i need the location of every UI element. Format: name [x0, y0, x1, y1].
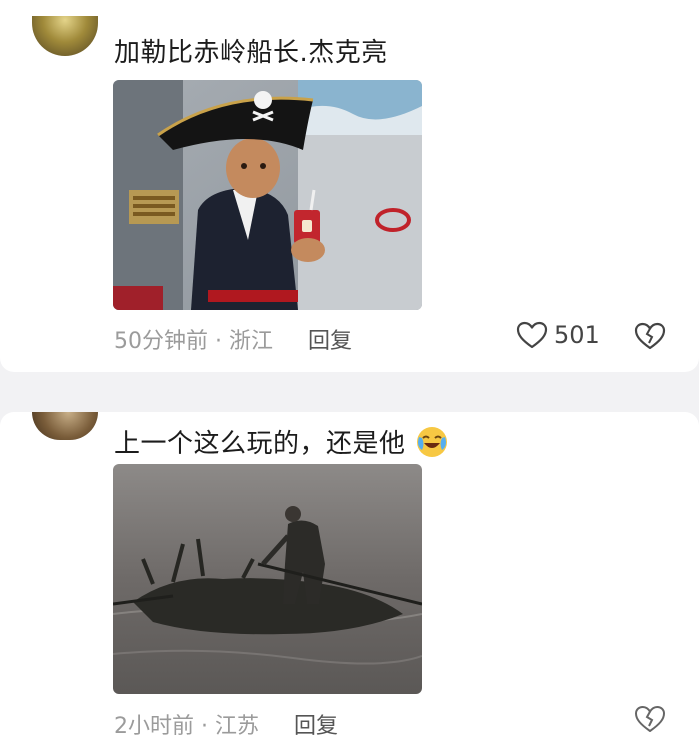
meta-separator: · [215, 329, 222, 354]
heart-outline-icon [516, 321, 548, 349]
comment-location: 浙江 [229, 329, 274, 354]
pirate-boy-photo [113, 80, 422, 310]
broken-heart-icon[interactable] [634, 321, 666, 351]
comment-photo[interactable] [113, 80, 422, 310]
user-avatar[interactable] [32, 412, 98, 440]
crying-laughing-emoji-icon [417, 427, 448, 457]
user-avatar[interactable] [32, 16, 98, 56]
comment-time: 2小时前 [114, 714, 194, 739]
raft-river-photo [113, 464, 422, 694]
like-count: 501 [554, 321, 600, 349]
comment-card: 加勒比赤岭船长.杰克亮 50分钟前 · 浙江 回复 501 [0, 0, 699, 372]
comment-location: 江苏 [215, 714, 260, 739]
broken-heart-icon[interactable] [634, 704, 666, 734]
comment-photo[interactable] [113, 464, 422, 694]
comment-time: 50分钟前 [114, 329, 208, 354]
comment-text-content: 上一个这么玩的，还是他 [114, 429, 406, 459]
reply-button[interactable]: 回复 [308, 329, 352, 354]
comment-text: 上一个这么玩的，还是他 [114, 423, 448, 460]
comment-meta: 50分钟前 · 浙江 回复 [114, 323, 352, 355]
comment-meta: 2小时前 · 江苏 回复 [114, 708, 338, 740]
like-button[interactable]: 501 [516, 320, 600, 350]
reply-button[interactable]: 回复 [294, 714, 338, 739]
comment-text: 加勒比赤岭船长.杰克亮 [114, 38, 388, 68]
comment-card: 上一个这么玩的，还是他 2小时前 · 江苏 回复 [0, 412, 699, 754]
meta-separator: · [201, 714, 208, 739]
